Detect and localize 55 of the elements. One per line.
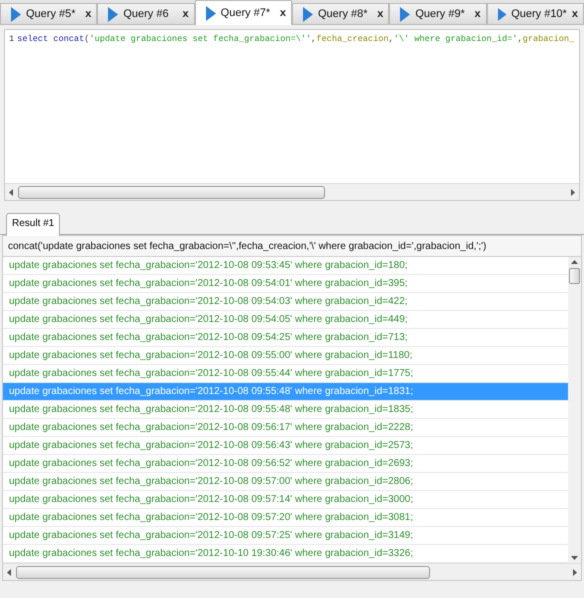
scroll-left-icon[interactable] — [7, 568, 12, 576]
result-row[interactable]: update grabaciones set fecha_grabacion='2012-10-08 09:56:17' where grabacion_id=2228; — [3, 419, 568, 437]
tab-label: Query #6 — [123, 8, 170, 20]
close-tab-button[interactable]: x — [182, 8, 189, 20]
scroll-thumb[interactable] — [18, 186, 325, 198]
play-icon — [400, 6, 410, 22]
play-icon — [11, 6, 21, 22]
result-row[interactable]: update grabaciones set fecha_grabacion='2012-10-08 09:54:03' where grabacion_id=422; — [3, 293, 568, 311]
line-number: 1 — [9, 33, 14, 46]
scroll-down-icon[interactable] — [571, 556, 578, 560]
result-row[interactable]: update grabaciones set fecha_grabacion='2012-10-08 09:54:01' where grabacion_id=395; — [3, 275, 568, 293]
scroll-left-icon[interactable] — [9, 188, 14, 196]
code-line: select concat('update grabaciones set fecha_grabacion=\'',fecha_creacion,'\' where grabacion_id=',grabacion_ — [17, 33, 574, 46]
close-tab-button[interactable]: x — [85, 8, 92, 20]
close-tab-button[interactable]: x — [280, 7, 286, 19]
horizontal-scrollbar[interactable] — [5, 183, 579, 200]
result-row[interactable]: update grabaciones set fecha_grabacion='2012-10-08 09:57:00' where grabacion_id=2806; — [3, 473, 568, 491]
scroll-thumb[interactable] — [569, 268, 580, 284]
query-tab[interactable]: Query #5* x — [0, 3, 98, 24]
play-icon — [498, 6, 506, 22]
query-tab[interactable]: Query #8* x — [292, 3, 390, 24]
column-header[interactable]: concat('update grabaciones set fecha_grabacion=\'',fecha_creacion,'\' where grabacion_id=',grabacion_id,';') — [3, 236, 581, 257]
play-icon — [206, 6, 216, 20]
scroll-thumb[interactable] — [16, 566, 430, 578]
result-row[interactable]: update grabaciones set fecha_grabacion='2012-10-08 09:57:20' where grabacion_id=3081; — [3, 509, 568, 527]
result-row[interactable]: update grabaciones set fecha_grabacion='2012-10-08 09:54:25' where grabacion_id=713; — [3, 329, 568, 347]
result-row[interactable]: update grabaciones set fecha_grabacion='2012-10-08 09:57:14' where grabacion_id=3000; — [3, 491, 568, 509]
tab-label: Query #10* — [511, 8, 567, 20]
vertical-scrollbar[interactable] — [568, 257, 581, 563]
close-tab-button[interactable]: x — [572, 8, 578, 20]
scroll-up-icon[interactable] — [571, 260, 578, 264]
result-row[interactable]: update grabaciones set fecha_grabacion='2012-10-08 09:53:45' where grabacion_id=180; — [3, 257, 568, 275]
query-tab[interactable]: Query #6 x — [97, 3, 195, 24]
tab-label: Query #7* — [220, 7, 272, 19]
close-tab-button[interactable]: x — [474, 8, 481, 20]
result-row[interactable]: update grabaciones set fecha_grabacion='2012-10-08 09:54:05' where grabacion_id=449; — [3, 311, 568, 329]
tab-label: Query #5* — [26, 8, 77, 20]
scroll-right-icon[interactable] — [572, 568, 577, 576]
horizontal-scrollbar[interactable] — [3, 563, 581, 580]
play-icon — [108, 6, 118, 22]
result-tab[interactable]: Result #1 — [6, 213, 60, 236]
result-row[interactable]: update grabaciones set fecha_grabacion='2012-10-08 09:55:48' where grabacion_id=1835; — [3, 401, 568, 419]
result-row[interactable]: update grabaciones set fecha_grabacion='2012-10-08 09:57:25' where grabacion_id=3149; — [3, 527, 568, 545]
result-row[interactable]: update grabaciones set fecha_grabacion='2012-10-08 09:55:48' where grabacion_id=1831; — [3, 383, 568, 401]
result-row[interactable]: update grabaciones set fecha_grabacion='2012-10-08 09:55:00' where grabacion_id=1180; — [3, 347, 568, 365]
scroll-right-icon[interactable] — [570, 188, 575, 196]
query-tab[interactable]: Query #10* x — [486, 3, 584, 24]
tab-label: Query #8* — [318, 8, 369, 20]
query-tab[interactable]: Query #7* x — [194, 0, 292, 25]
result-row[interactable]: update grabaciones set fecha_grabacion='2012-10-08 09:56:43' where grabacion_id=2573; — [3, 437, 568, 455]
result-row[interactable]: update grabaciones set fecha_grabacion='2012-10-08 09:56:52' where grabacion_id=2693; — [3, 455, 568, 473]
close-tab-button[interactable]: x — [377, 8, 384, 20]
query-tab[interactable]: Query #9* x — [389, 3, 487, 24]
tab-label: Query #9* — [415, 8, 466, 20]
play-icon — [302, 6, 313, 22]
